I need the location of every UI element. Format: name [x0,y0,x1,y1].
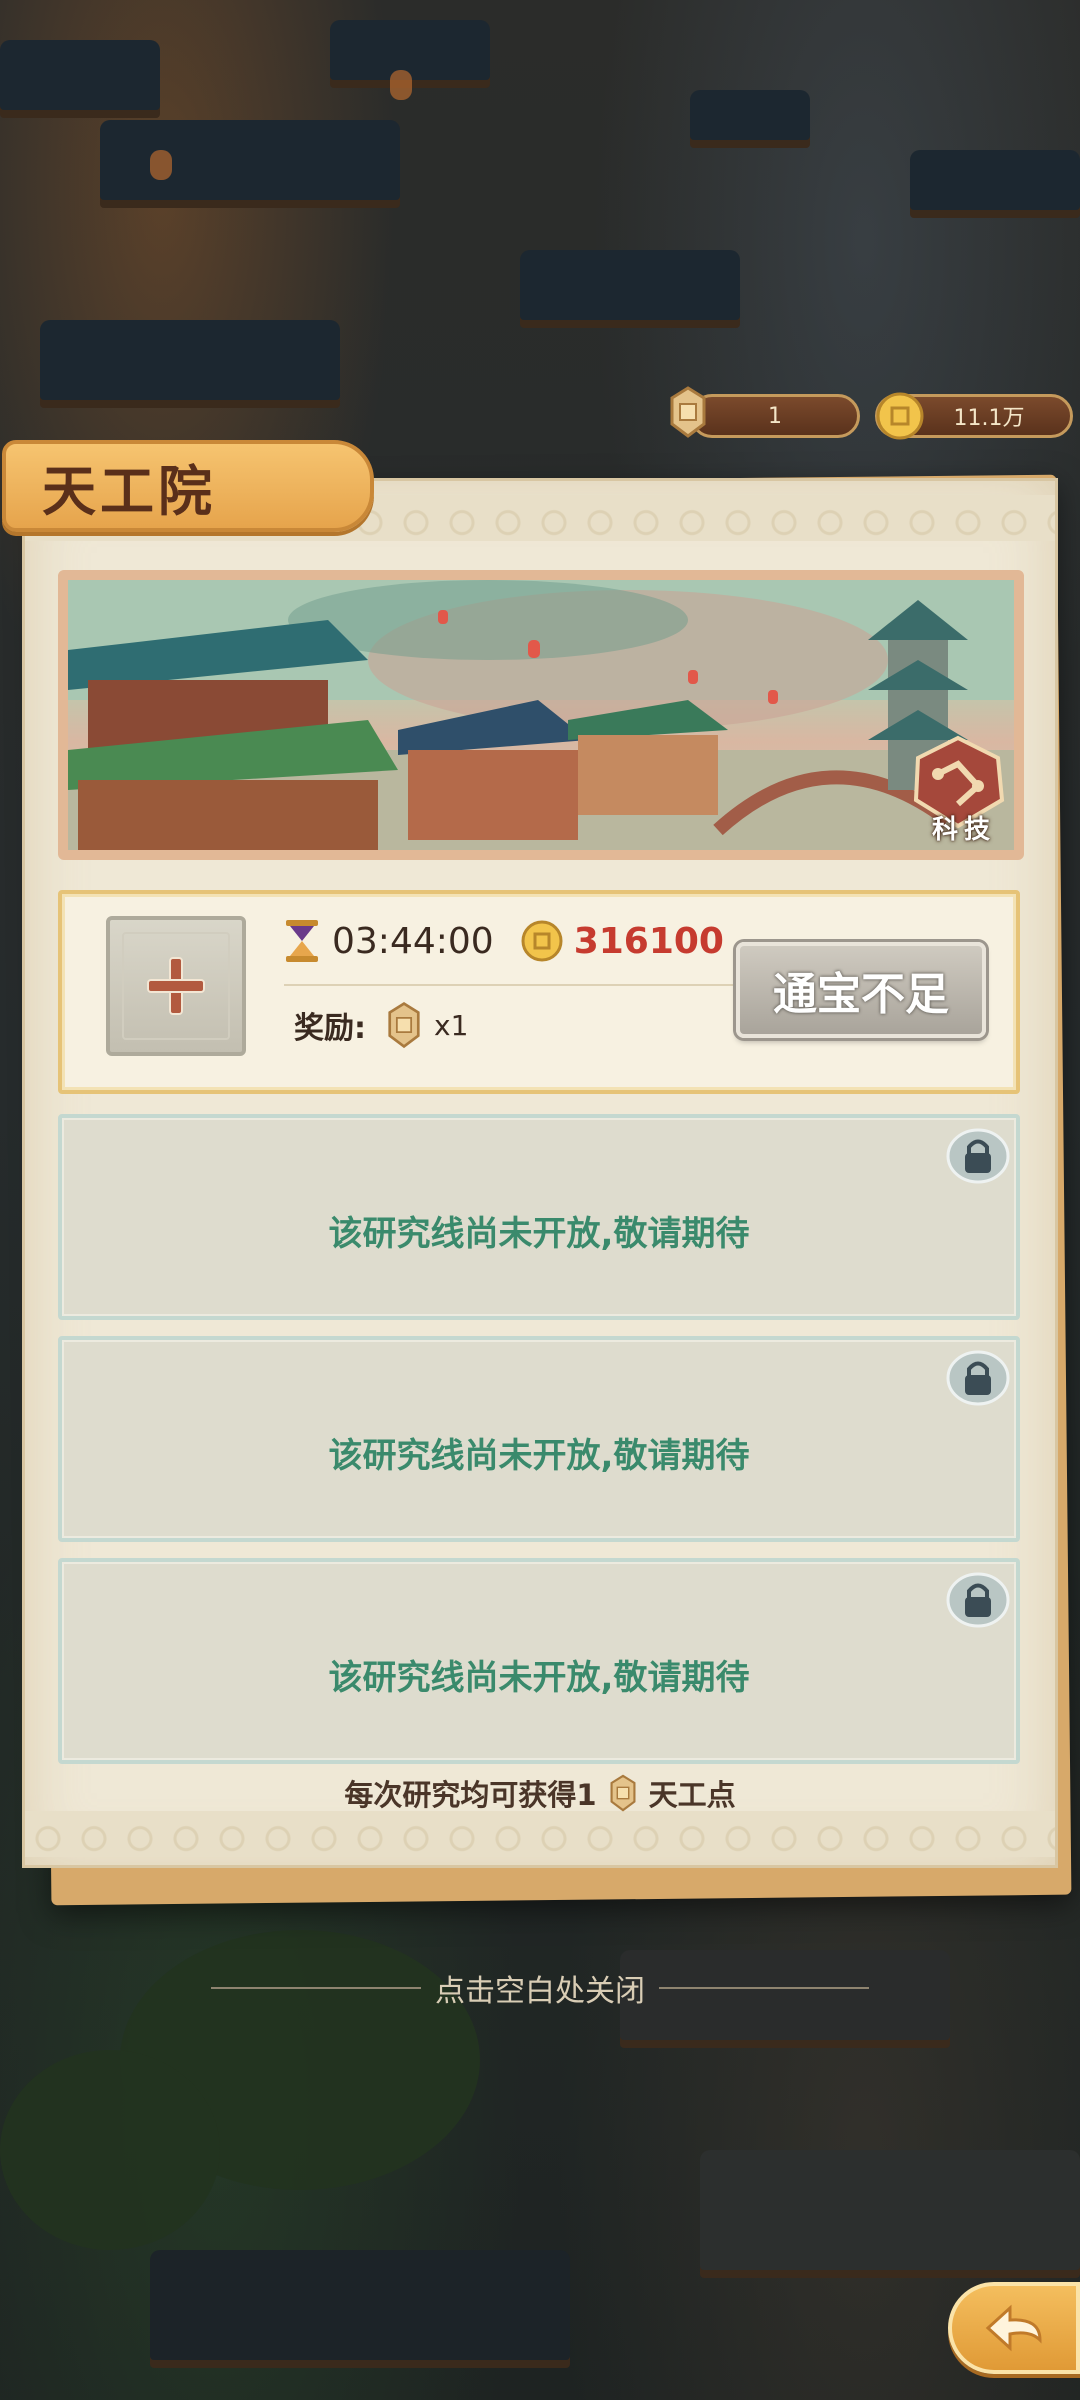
locked-research-line-2[interactable]: 该研究线尚未开放,敬请期待 [58,1336,1020,1542]
locked-line-text: 该研究线尚未开放,敬请期待 [328,1214,750,1254]
background-roof [690,90,810,140]
footer-note-prefix: 每次研究均可获得1 [344,1778,597,1812]
hourglass-icon [286,920,318,962]
active-research-card: 03:44:00 316100 奖励: x1 通宝不足 [58,890,1020,1094]
background-lantern [150,150,172,180]
background-roof [700,2150,1080,2270]
tech-banner: 科技 [58,570,1024,860]
background-roof [40,320,340,400]
hint-divider-right [659,1987,869,1989]
research-timer: 03:44:00 [332,920,494,962]
puzzle-piece-icon [388,1001,420,1049]
background-roof [100,120,400,200]
hint-divider-left [211,1987,421,1989]
plus-icon [147,957,205,1015]
add-research-slot[interactable] [106,916,246,1056]
reward-label: 奖励: [294,1011,366,1046]
panel-decor-bottom [25,1811,1055,1857]
panel-title-tab: 天工院 [2,440,374,532]
reward-row: 奖励: x1 [294,1000,468,1050]
background-roof [0,40,160,110]
locked-line-text: 该研究线尚未开放,敬请期待 [328,1658,750,1698]
background-roof [520,250,740,320]
tiangong-points-counter: 1 [690,394,860,438]
locked-research-line-1[interactable]: 该研究线尚未开放,敬请期待 [58,1114,1020,1320]
background-roof [150,2250,570,2360]
research-footer-note: 每次研究均可获得1 天工点 [0,1772,1080,1814]
background-lantern [390,70,412,100]
reward-multiplier: x1 [434,1008,469,1042]
close-hint-text: 点击空白处关闭 [435,1974,645,2009]
coin-value: 11.1万 [953,406,1025,431]
footer-note-suffix: 天工点 [648,1778,736,1812]
tech-badge-label: 科技 [931,815,996,845]
background-tree [0,2050,220,2250]
locked-research-line-3[interactable]: 该研究线尚未开放,敬请期待 [58,1558,1020,1764]
lock-icon [946,1572,1010,1628]
panel-title: 天工院 [42,458,216,523]
back-arrow-icon [985,2304,1042,2352]
copper-coin-icon [521,920,563,962]
card-divider [284,984,746,986]
close-hint[interactable]: 点击空白处关闭 [0,1968,1080,2009]
banner-illustration [68,580,1014,850]
puzzle-piece-icon [610,1774,636,1812]
timer-cost-row: 03:44:00 316100 [284,918,724,964]
back-button[interactable] [948,2282,1080,2374]
research-cost: 316100 [573,920,724,962]
copper-coin-icon [876,392,924,440]
lock-icon [946,1350,1010,1406]
puzzle-piece-icon [670,386,706,438]
insufficient-coins-button[interactable]: 通宝不足 [736,942,986,1038]
background-roof [330,20,490,80]
background-roof [910,150,1080,210]
add-slot-frame [122,932,230,1040]
tiangong-points-value: 1 [768,403,782,429]
lock-icon [946,1128,1010,1184]
locked-line-text: 该研究线尚未开放,敬请期待 [328,1436,750,1476]
